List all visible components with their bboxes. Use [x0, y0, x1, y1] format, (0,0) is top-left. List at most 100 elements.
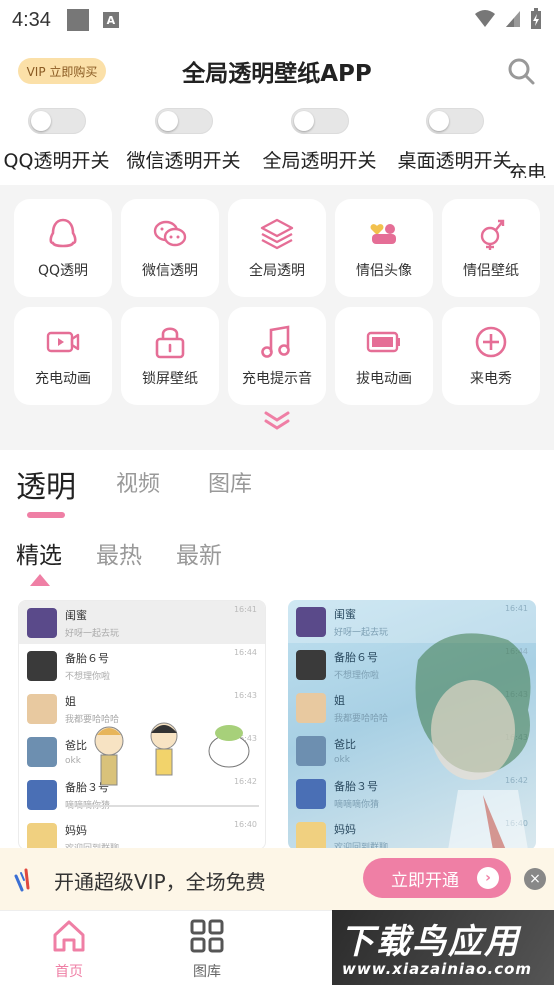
nav-label: 首页: [55, 964, 83, 980]
chat-message: 不想理你啦: [65, 671, 111, 682]
feature-label: 情侣壁纸: [463, 263, 519, 279]
vip-banner-text: 开通超级VIP，全场免费: [54, 870, 266, 894]
nav-gallery[interactable]: 图库: [157, 917, 257, 981]
subtab-new[interactable]: 最新: [176, 536, 222, 570]
main-tabs: 透明 视频 图库: [0, 460, 554, 520]
toggle-label: 桌面透明开关: [397, 150, 512, 172]
feature-unplug-anim[interactable]: 拔电动画: [335, 307, 433, 405]
subtab-hot[interactable]: 最热: [96, 536, 142, 570]
status-indicators: [474, 8, 542, 30]
chat-row: 妈妈欢迎回到群聊16:40: [19, 816, 265, 849]
page-title: 全局透明壁纸APP: [182, 61, 372, 87]
feature-charge-anim[interactable]: 充电动画: [14, 307, 112, 405]
music-note-icon: [261, 325, 290, 358]
plus-circle-icon: [475, 326, 507, 358]
chat-row: 闺蜜 好呀一起去玩 16:41: [19, 601, 265, 644]
avatar: [27, 607, 57, 638]
watermark: 下载鸟应用 www.xiazainiao.com: [332, 910, 554, 985]
feature-wechat[interactable]: 微信透明: [121, 199, 219, 297]
tab-gallery[interactable]: 图库: [208, 466, 252, 498]
video-icon: [46, 331, 80, 353]
wechat-icon: [153, 220, 187, 247]
wallpaper-card[interactable]: 闺蜜好呀一起去玩16:41备胎６号不想理你啦16:44姐我都要哈哈哈16:43爸…: [288, 600, 536, 850]
avatar: [27, 822, 57, 849]
status-bar: 4:34 A: [0, 0, 554, 40]
toggle-qq[interactable]: QQ透明开关: [0, 108, 119, 173]
vip-banner: 开通超级VIP，全场免费 立即开通 › ×: [0, 848, 554, 910]
chat-name: 姐: [334, 693, 345, 707]
toggle-label: 充电: [508, 162, 547, 178]
tab-transparent[interactable]: 透明: [16, 462, 76, 506]
toggle-label: QQ透明开关: [3, 150, 110, 172]
nav-label: 图库: [193, 964, 221, 980]
wechat-switch[interactable]: [154, 108, 213, 134]
desktop-switch[interactable]: [425, 108, 484, 134]
qq-penguin-icon: [49, 218, 77, 248]
feature-label: QQ透明: [37, 263, 89, 279]
chevron-right-icon: ›: [477, 867, 499, 889]
chat-message: okk: [334, 755, 350, 765]
avatar: [27, 693, 57, 724]
toggle-wechat[interactable]: 微信透明开关: [121, 108, 246, 173]
feature-lock-wallpaper[interactable]: 锁屏壁纸: [121, 307, 219, 405]
lock-icon: [155, 327, 185, 359]
grid-icon: [190, 919, 224, 953]
couple-avatar-icon: [370, 224, 396, 244]
feature-couple-wallpaper[interactable]: 情侣壁纸: [442, 199, 540, 297]
battery-status-icon: [531, 8, 541, 29]
toggle-charge[interactable]: 充电: [508, 108, 554, 178]
nav-home[interactable]: 首页: [19, 917, 119, 981]
chat-message: 嘀嘀嘀你猜: [334, 799, 380, 810]
search-icon[interactable]: [506, 56, 536, 86]
feature-grid: QQ透明 微信透明 全局透明 情侣头像 情侣壁纸 充电动画 锁屏壁纸 充电提示音…: [0, 185, 554, 450]
subtab-featured[interactable]: 精选: [16, 536, 62, 570]
chat-message: 我都要哈哈哈: [334, 713, 389, 724]
status-time: 4:34: [12, 8, 51, 31]
avatar: [27, 736, 57, 767]
tab-video[interactable]: 视频: [116, 466, 160, 498]
toggle-row: QQ透明开关 微信透明开关 全局透明开关 桌面透明开关 充电: [0, 108, 554, 178]
feature-qq[interactable]: QQ透明: [14, 199, 112, 297]
chat-name: 备胎６号: [334, 650, 378, 664]
wallpaper-card[interactable]: 闺蜜好呀一起去玩16:41备胎６号不想理你啦16:44姐我都要哈哈哈16:43爸…: [18, 600, 266, 850]
avatar: [296, 778, 326, 809]
feature-charge-sound[interactable]: 充电提示音: [228, 307, 326, 405]
signal-icon: [506, 11, 520, 27]
expand-chevron-icon[interactable]: [262, 410, 292, 432]
feature-couple-avatar[interactable]: 情侣头像: [335, 199, 433, 297]
vip-logo-icon: [14, 868, 30, 892]
feature-label: 全局透明: [249, 263, 305, 279]
feature-label: 拔电动画: [356, 371, 412, 387]
chat-name: 爸比: [334, 738, 356, 751]
feature-label: 充电动画: [35, 371, 91, 387]
tab-indicator: [27, 512, 65, 518]
toggle-label: 全局透明开关: [262, 150, 377, 172]
open-vip-button[interactable]: 立即开通 ›: [363, 858, 511, 898]
feature-call-show[interactable]: 来电秀: [442, 307, 540, 405]
chat-name: 姐: [65, 694, 76, 708]
toggle-global[interactable]: 全局透明开关: [257, 108, 382, 173]
chat-message: 不想理你啦: [334, 670, 380, 681]
avatar: [27, 650, 57, 681]
close-icon[interactable]: ×: [524, 868, 546, 890]
chat-time: 16:43: [233, 691, 257, 700]
subtab-indicator: [30, 574, 50, 586]
watermark-main: 下载鸟应用: [340, 922, 520, 962]
feature-global[interactable]: 全局透明: [228, 199, 326, 297]
chat-time: 16:41: [504, 604, 528, 613]
global-switch[interactable]: [290, 108, 349, 134]
couple-wallpaper-icon: [480, 219, 505, 250]
battery-icon: [366, 331, 400, 353]
keyboard-icon: A: [102, 12, 119, 28]
chat-time: 16:41: [233, 605, 257, 614]
avatar: [296, 649, 326, 680]
home-icon: [53, 920, 85, 952]
chat-row: 备胎６号不想理你啦 16:44: [19, 644, 265, 687]
qq-switch[interactable]: [27, 108, 86, 134]
cartoon-illustration: [79, 722, 259, 807]
chat-name: 妈妈: [65, 823, 87, 837]
toggle-desktop[interactable]: 桌面透明开关: [392, 108, 517, 173]
avatar: [27, 779, 57, 810]
feature-label: 来电秀: [470, 371, 512, 387]
open-vip-label: 立即开通: [391, 870, 459, 891]
